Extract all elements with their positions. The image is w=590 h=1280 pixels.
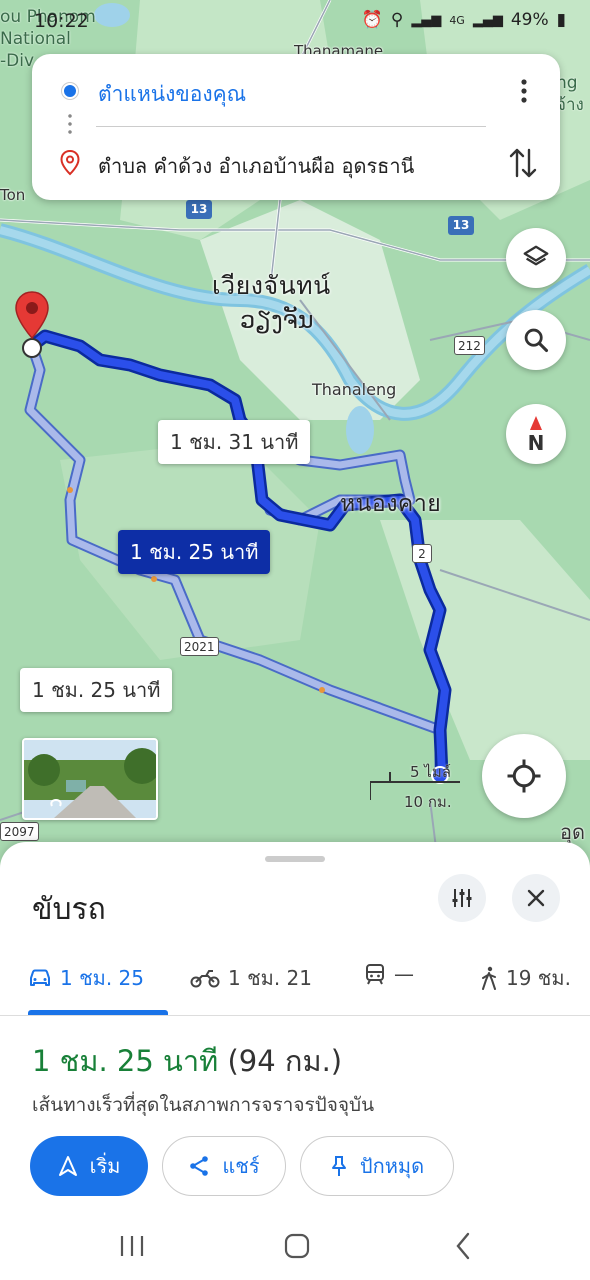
system-nav-icons bbox=[120, 1232, 470, 1260]
destination-pin-outline-icon bbox=[60, 150, 80, 176]
network-type: 4G bbox=[449, 13, 465, 27]
route-dots-icon bbox=[68, 112, 72, 138]
destination-field[interactable]: ตำบล คำด้วง อำเภอบ้านผือ อุดรธานี bbox=[98, 150, 414, 182]
sheet-drag-handle[interactable] bbox=[265, 856, 325, 862]
car-icon bbox=[30, 969, 50, 986]
card-divider bbox=[96, 126, 486, 127]
road-shield-212: 212 bbox=[454, 336, 485, 355]
origin-field[interactable]: ตำแหน่งของคุณ bbox=[98, 78, 246, 111]
compass-button[interactable]: N bbox=[506, 404, 566, 464]
navigation-arrow-icon bbox=[58, 1156, 77, 1176]
travel-mode-tabs: 1 ชม. 25 1 ชม. 21 — 19 ชม. bbox=[0, 954, 590, 1016]
signal-icon-2: ▂▄▆ bbox=[472, 12, 503, 28]
swap-directions-icon[interactable] bbox=[508, 146, 538, 180]
tab-walk[interactable]: 19 ชม. bbox=[480, 962, 571, 994]
start-button[interactable]: เริ่ม bbox=[30, 1136, 148, 1196]
status-icons: ⏰ ⚲ ▂▄▆ 4G ▂▄▆ 49% ▮ bbox=[362, 10, 566, 30]
share-button-label: แชร์ bbox=[222, 1154, 260, 1178]
road-shield-2021: 2021 bbox=[180, 637, 219, 656]
scale-km: 10 กม. bbox=[404, 793, 452, 811]
my-location-button[interactable] bbox=[482, 734, 566, 818]
destination-pin-icon[interactable] bbox=[14, 290, 50, 342]
home-icon bbox=[284, 1233, 310, 1259]
route-options-button[interactable] bbox=[438, 874, 486, 922]
scale-miles: 5 ไมล์ bbox=[410, 763, 451, 781]
route-duration: 1 ชม. 25 นาที bbox=[32, 1044, 219, 1078]
search-icon bbox=[524, 328, 549, 353]
road-shield-2: 2 bbox=[412, 544, 432, 563]
pushpin-icon bbox=[331, 1156, 346, 1176]
location-icon: ⚲ bbox=[390, 10, 404, 30]
route-description: เส้นทางเร็วที่สุดในสภาพการจราจรปัจจุบัน bbox=[32, 1094, 375, 1116]
route-label-alt-1[interactable]: 1 ชม. 31 นาที bbox=[158, 420, 311, 464]
map-label-vientiane-thai: เวียงจันทน์ bbox=[212, 271, 331, 300]
back-icon bbox=[456, 1232, 470, 1260]
status-time: 10:22 bbox=[34, 10, 89, 32]
map-label-thanaleng: Thanaleng bbox=[312, 380, 397, 399]
tab-transit[interactable]: — bbox=[364, 962, 414, 986]
pin-button-label: ปักหมุด bbox=[359, 1154, 425, 1178]
layers-button[interactable] bbox=[506, 228, 566, 288]
sheet-title: ขับรถ bbox=[32, 892, 106, 927]
alarm-icon: ⏰ bbox=[361, 10, 383, 30]
start-button-label: เริ่ม bbox=[89, 1154, 121, 1178]
pin-button[interactable]: ปักหมุด bbox=[300, 1136, 454, 1196]
route-label-alt-2[interactable]: 1 ชม. 25 นาที bbox=[20, 668, 173, 712]
battery-icon: ▮ bbox=[556, 10, 566, 30]
crosshair-location-icon bbox=[507, 759, 541, 793]
tab-motorcycle-label: 1 ชม. 21 bbox=[228, 966, 313, 990]
signal-icon: ▂▄▆ bbox=[411, 12, 442, 28]
map-scale: 5 ไมล์ 10 กม. bbox=[370, 760, 460, 811]
more-options-icon[interactable] bbox=[516, 76, 532, 106]
street-view-image bbox=[24, 740, 156, 818]
map-label-vientiane-lao: ວຽງຈັນ bbox=[240, 306, 314, 334]
search-along-route-button[interactable] bbox=[506, 310, 566, 370]
layers-icon bbox=[523, 245, 549, 266]
share-button[interactable]: แชร์ bbox=[162, 1136, 286, 1196]
route-summary: 1 ชม. 25 นาที (94 กม.) bbox=[32, 1038, 342, 1084]
compass-north-icon: N bbox=[528, 416, 545, 454]
battery-percent: 49% bbox=[510, 10, 549, 30]
map-label-nongkhai: หนองคาย bbox=[340, 491, 442, 517]
train-icon bbox=[366, 964, 384, 985]
route-distance: (94 กม.) bbox=[227, 1044, 343, 1078]
motorcycle-icon bbox=[190, 970, 220, 988]
tab-transit-label: — bbox=[394, 962, 414, 986]
tab-drive-label: 1 ชม. 25 bbox=[60, 966, 145, 990]
recent-apps-icon bbox=[120, 1236, 144, 1256]
active-tab-indicator bbox=[28, 1010, 168, 1015]
system-navigation-bar bbox=[0, 1222, 590, 1272]
map-label-ton: Ton bbox=[0, 186, 26, 204]
route-label-selected[interactable]: 1 ชม. 25 นาที bbox=[118, 530, 271, 574]
road-shield-13: 13 bbox=[186, 200, 212, 219]
sliders-icon bbox=[452, 889, 472, 907]
walking-icon bbox=[482, 966, 496, 990]
street-view-thumbnail[interactable] bbox=[22, 738, 158, 820]
tab-drive[interactable]: 1 ชม. 25 bbox=[28, 962, 144, 994]
share-icon bbox=[190, 1156, 209, 1176]
close-button[interactable] bbox=[512, 874, 560, 922]
svg-text:N: N bbox=[528, 431, 545, 454]
origin-dot-icon bbox=[62, 83, 78, 99]
directions-card: ตำแหน่งของคุณ ตำบล คำด้วง อำเภอบ้านผือ อ… bbox=[32, 54, 560, 200]
status-bar: 10:22 ⏰ ⚲ ▂▄▆ 4G ▂▄▆ 49% ▮ bbox=[0, 0, 590, 44]
tab-motorcycle[interactable]: 1 ชม. 21 bbox=[190, 962, 312, 994]
road-shield-2097: 2097 bbox=[0, 822, 39, 841]
map-label-right-edge: ng จ้าง bbox=[556, 73, 584, 115]
close-icon bbox=[527, 889, 545, 907]
route-bottom-sheet: ขับรถ 1 ชม. 25 1 ชม. 21 — 19 ชม. 1 ชม. 2… bbox=[0, 842, 590, 1280]
tab-walk-label: 19 ชม. bbox=[506, 966, 571, 990]
road-shield-13-east: 13 bbox=[448, 216, 474, 235]
